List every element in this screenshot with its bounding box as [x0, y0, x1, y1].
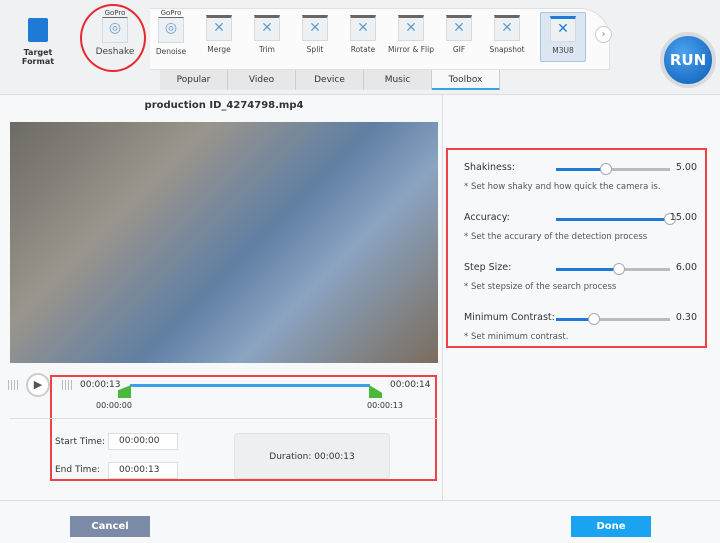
start-time-input[interactable]: 00:00:00 [108, 433, 178, 450]
start-time-label: Start Time: [55, 437, 105, 447]
tools-icon: ✕ [398, 15, 424, 41]
tool-label: Merge [207, 45, 231, 54]
tool-label: M3U8 [552, 46, 574, 55]
start-marker-time: 00:00:00 [96, 401, 132, 410]
slider-knob[interactable] [612, 263, 625, 275]
cancel-button[interactable]: Cancel [70, 516, 150, 537]
target-format-button[interactable]: Target Format [8, 18, 68, 66]
tool-label: Mirror & Flip [388, 45, 434, 54]
divider [10, 418, 438, 419]
setting-slider[interactable] [556, 313, 670, 325]
tab-music[interactable]: Music [364, 70, 432, 90]
tool-mirror-flip[interactable]: ✕ Mirror & Flip [388, 12, 434, 54]
video-preview[interactable] [10, 122, 438, 363]
slider-knob[interactable] [587, 313, 600, 325]
end-marker-time: 00:00:13 [367, 401, 403, 410]
current-time: 00:00:13 [80, 380, 121, 390]
tool-label: Split [306, 45, 324, 54]
tab-video[interactable]: Video [228, 70, 296, 90]
setting-slider[interactable] [556, 213, 676, 225]
tool-label: Rotate [350, 45, 376, 54]
setting-hint: * Set minimum contrast. [464, 332, 569, 342]
setting-hint: * Set how shaky and how quick the camera… [464, 182, 661, 192]
deshake-settings-panel: Shakiness: 5.00 * Set how shaky and how … [446, 148, 707, 348]
tab-toolbox[interactable]: Toolbox [432, 70, 500, 90]
tools-icon: ✕ [550, 16, 576, 42]
setting-hint: * Set the accurary of the detection proc… [464, 232, 648, 242]
grip-icon [8, 380, 18, 390]
gopro-denoise-icon: ◎ [158, 17, 184, 43]
tools-icon: ✕ [350, 15, 376, 41]
tool-trim[interactable]: ✕ Trim [244, 12, 290, 54]
tools-icon: ✕ [254, 15, 280, 41]
run-button[interactable]: RUN [660, 32, 716, 88]
tool-denoise[interactable]: GoPro ◎ Denoise [148, 9, 194, 56]
done-button[interactable]: Done [571, 516, 651, 537]
toolbar: Target Format GoPro ◎ Deshake GoPro ◎ Denoise… [0, 0, 720, 95]
duration-box: Duration: 00:00:13 [234, 433, 390, 479]
target-format-icon [28, 18, 48, 42]
panel-divider [442, 95, 443, 500]
setting-label: Minimum Contrast: [464, 312, 555, 323]
end-time-input[interactable]: 00:00:13 [108, 462, 178, 479]
setting-value: 0.30 [675, 312, 697, 323]
deshake-highlight-circle [80, 4, 146, 72]
tools-icon: ✕ [446, 15, 472, 41]
tools-icon: ✕ [302, 15, 328, 41]
tab-device[interactable]: Device [296, 70, 364, 90]
tool-label: Trim [259, 45, 275, 54]
tools-icon: ✕ [494, 15, 520, 41]
category-tabs: Popular Video Device Music Toolbox [160, 70, 530, 90]
setting-value: 5.00 [675, 162, 697, 173]
setting-label: Accuracy: [464, 212, 510, 223]
tab-popular[interactable]: Popular [160, 70, 228, 90]
tool-gif[interactable]: ✕ GIF [436, 12, 482, 54]
slider-knob[interactable] [600, 163, 613, 175]
grip-icon [62, 380, 72, 390]
total-time: 00:00:14 [390, 380, 431, 390]
tool-label: Snapshot [489, 45, 525, 54]
tool-label: GIF [452, 45, 466, 54]
video-title: production ID_4274798.mp4 [144, 100, 304, 111]
setting-slider[interactable] [556, 163, 670, 175]
tool-snapshot[interactable]: ✕ Snapshot [484, 12, 530, 54]
setting-value: 6.00 [675, 262, 697, 273]
setting-hint: * Set stepsize of the search process [464, 282, 617, 292]
next-arrow-button[interactable]: › [595, 26, 612, 43]
tool-split[interactable]: ✕ Split [292, 12, 338, 54]
setting-label: Shakiness: [464, 162, 515, 173]
play-button[interactable]: ▶ [26, 373, 50, 397]
tool-label: Denoise [155, 47, 187, 56]
tool-merge[interactable]: ✕ Merge [196, 12, 242, 54]
tool-rotate[interactable]: ✕ Rotate [340, 12, 386, 54]
end-time-label: End Time: [55, 465, 101, 475]
gopro-brand: GoPro [160, 9, 182, 17]
setting-label: Step Size: [464, 262, 512, 273]
setting-slider[interactable] [556, 263, 670, 275]
tool-m3u8[interactable]: ✕ M3U8 [540, 12, 586, 62]
timeline-track[interactable] [130, 384, 370, 387]
merge-icon: ✕ [206, 15, 232, 41]
setting-value: 15.00 [669, 212, 697, 223]
